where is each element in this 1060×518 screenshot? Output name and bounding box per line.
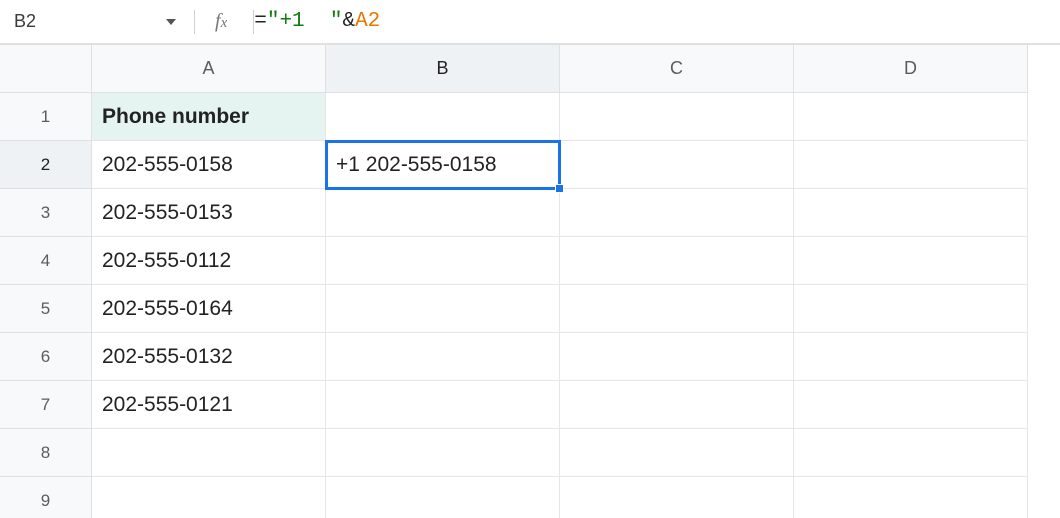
cell[interactable] bbox=[326, 93, 560, 141]
cell[interactable] bbox=[794, 237, 1028, 285]
formula-input[interactable]: ="+1 "&A2 bbox=[254, 10, 1060, 33]
name-box[interactable]: B2 bbox=[6, 0, 186, 43]
cell[interactable] bbox=[794, 285, 1028, 333]
column-header[interactable]: C bbox=[560, 45, 794, 93]
cell[interactable] bbox=[560, 381, 794, 429]
cell[interactable] bbox=[92, 477, 326, 518]
formula-token: "+1 " bbox=[267, 10, 343, 33]
cell[interactable] bbox=[560, 285, 794, 333]
formula-token: A2 bbox=[355, 10, 380, 33]
cell[interactable]: 202-555-0158 bbox=[92, 141, 326, 189]
cell[interactable] bbox=[560, 141, 794, 189]
cell[interactable] bbox=[794, 333, 1028, 381]
row-header[interactable]: 9 bbox=[0, 477, 92, 518]
row-header[interactable]: 2 bbox=[0, 141, 92, 189]
cell[interactable] bbox=[326, 381, 560, 429]
row-header[interactable]: 4 bbox=[0, 237, 92, 285]
cell[interactable] bbox=[92, 429, 326, 477]
cell[interactable] bbox=[794, 477, 1028, 518]
cell[interactable]: +1 202-555-0158 bbox=[326, 141, 560, 189]
column-header[interactable]: A bbox=[92, 45, 326, 93]
cell[interactable] bbox=[560, 477, 794, 518]
cell[interactable] bbox=[794, 93, 1028, 141]
fill-handle[interactable] bbox=[555, 184, 564, 193]
name-box-text: B2 bbox=[14, 11, 166, 32]
row-header[interactable]: 6 bbox=[0, 333, 92, 381]
cell[interactable] bbox=[560, 189, 794, 237]
cell[interactable] bbox=[560, 333, 794, 381]
cell[interactable] bbox=[560, 429, 794, 477]
column-header[interactable]: B bbox=[326, 45, 560, 93]
cell[interactable] bbox=[326, 477, 560, 518]
cell[interactable]: 202-555-0153 bbox=[92, 189, 326, 237]
cell[interactable] bbox=[794, 381, 1028, 429]
cell[interactable] bbox=[326, 189, 560, 237]
name-formula-bar: B2 fx ="+1 "&A2 bbox=[0, 0, 1060, 44]
cell[interactable] bbox=[326, 429, 560, 477]
cell[interactable] bbox=[560, 93, 794, 141]
cell[interactable]: 202-555-0132 bbox=[92, 333, 326, 381]
fx-icon[interactable]: fx bbox=[195, 10, 245, 33]
formula-token: & bbox=[342, 10, 355, 33]
cell[interactable] bbox=[326, 285, 560, 333]
row-header[interactable]: 8 bbox=[0, 429, 92, 477]
cell[interactable] bbox=[326, 237, 560, 285]
cell[interactable]: 202-555-0164 bbox=[92, 285, 326, 333]
cell[interactable]: 202-555-0112 bbox=[92, 237, 326, 285]
row-header[interactable]: 3 bbox=[0, 189, 92, 237]
row-header[interactable]: 7 bbox=[0, 381, 92, 429]
cell[interactable]: 202-555-0121 bbox=[92, 381, 326, 429]
spreadsheet-grid[interactable]: ABCD 1Phone number2202-555-0158+1 202-555… bbox=[0, 44, 1060, 518]
cell[interactable] bbox=[794, 429, 1028, 477]
row-header[interactable]: 5 bbox=[0, 285, 92, 333]
select-all-corner[interactable] bbox=[0, 45, 92, 93]
cell[interactable] bbox=[326, 333, 560, 381]
cell[interactable] bbox=[794, 189, 1028, 237]
chevron-down-icon[interactable] bbox=[166, 19, 176, 25]
column-header[interactable]: D bbox=[794, 45, 1028, 93]
formula-token: = bbox=[254, 10, 267, 33]
row-header[interactable]: 1 bbox=[0, 93, 92, 141]
cell[interactable] bbox=[794, 141, 1028, 189]
cell[interactable] bbox=[560, 237, 794, 285]
cell[interactable]: Phone number bbox=[92, 93, 326, 141]
